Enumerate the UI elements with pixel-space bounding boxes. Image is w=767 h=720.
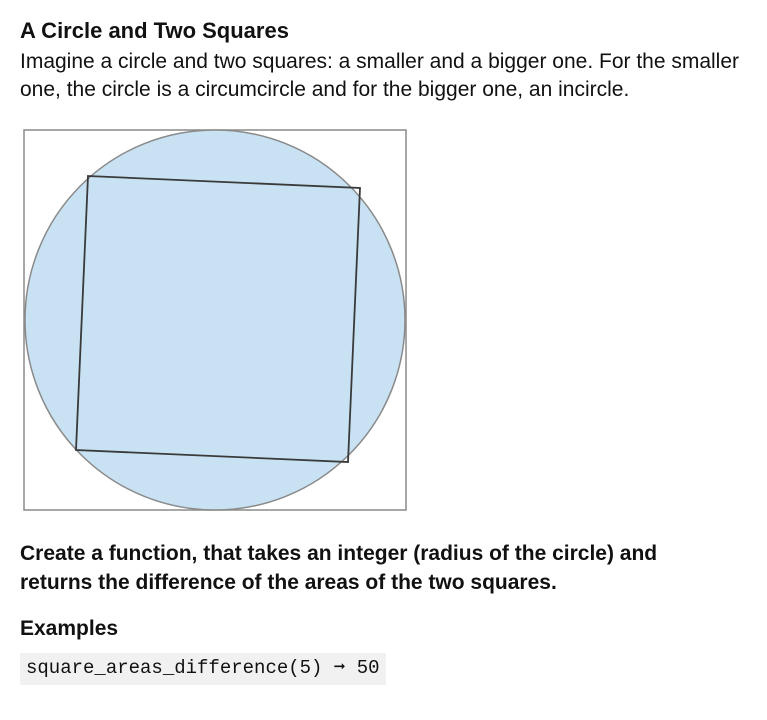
examples-heading: Examples: [20, 615, 747, 643]
instruction-paragraph: Create a function, that takes an integer…: [20, 540, 720, 597]
intro-paragraph: Imagine a circle and two squares: a smal…: [20, 48, 740, 105]
geometry-diagram: [20, 126, 410, 514]
example-code-line: square_areas_difference(5) ➞ 50: [20, 653, 386, 685]
figure-circle-two-squares: [20, 126, 747, 514]
page-title: A Circle and Two Squares: [20, 16, 747, 46]
